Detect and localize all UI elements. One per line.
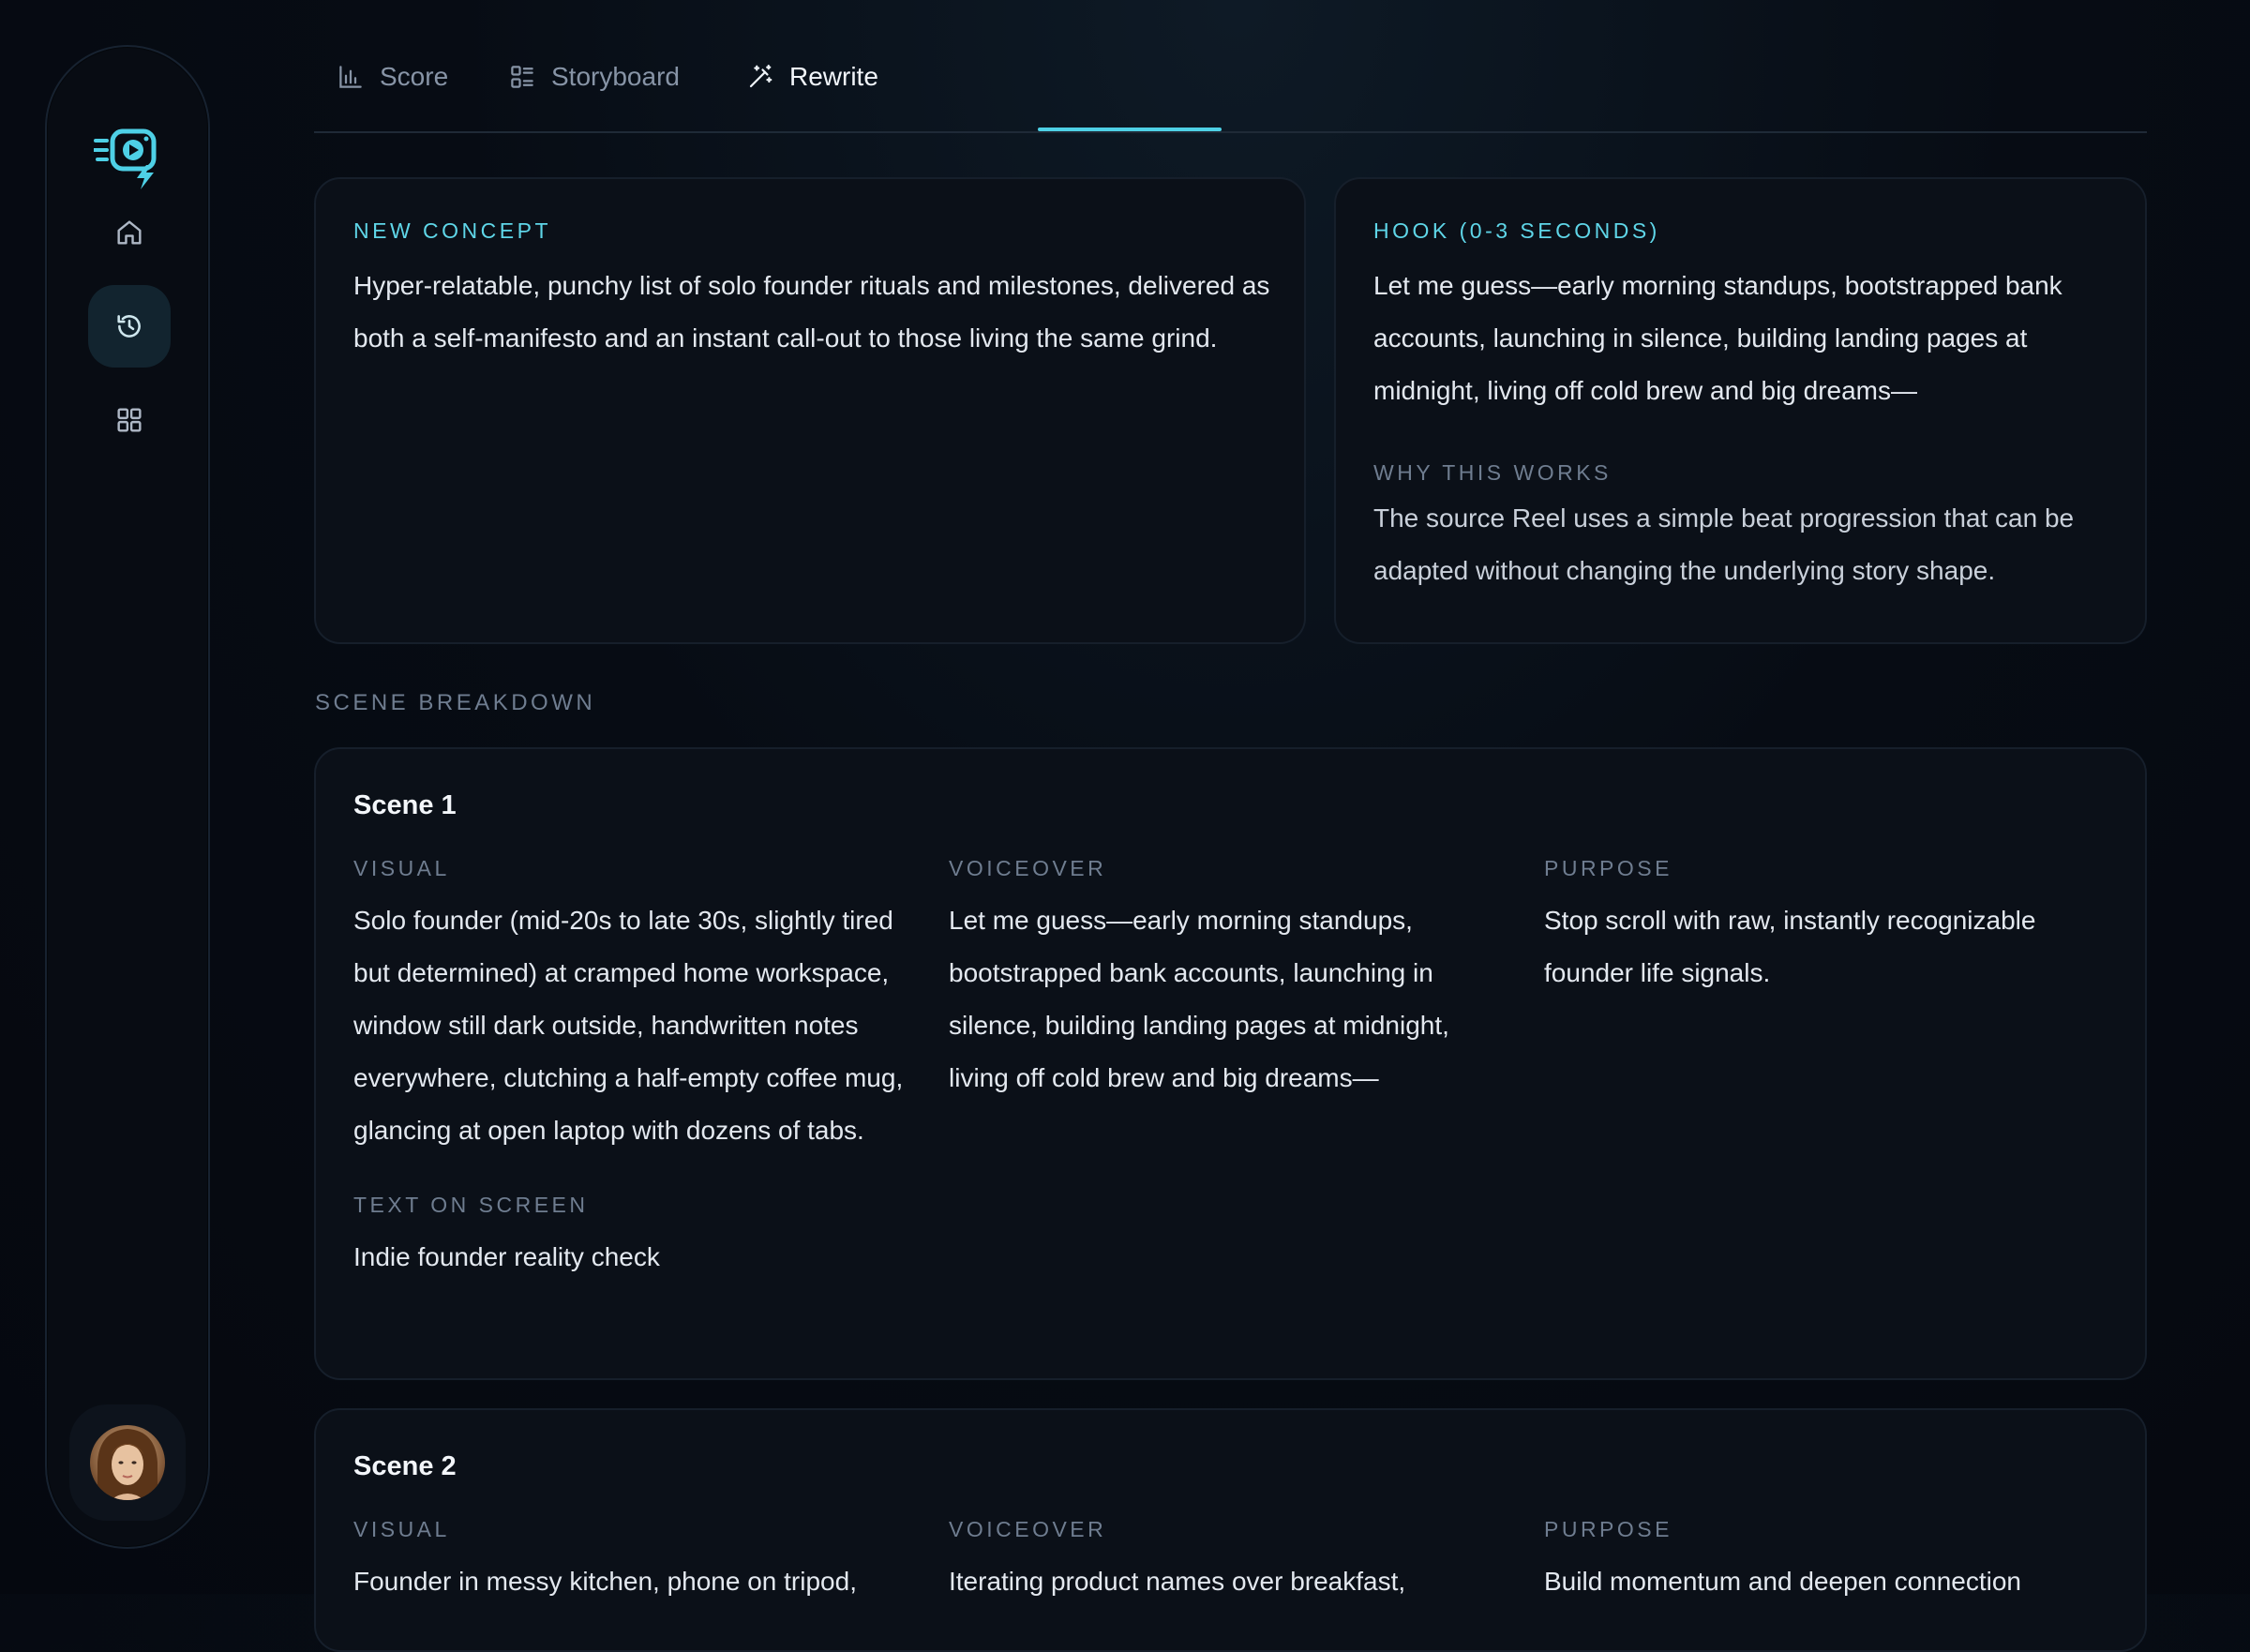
app-logo-icon[interactable] <box>92 126 165 189</box>
hook-card: HOOK (0-3 SECONDS) Let me guess—early mo… <box>1334 177 2147 644</box>
visual-label: VISUAL <box>353 856 450 880</box>
scene-text-on-screen: Indie founder reality check <box>353 1242 660 1271</box>
concept-card: NEW CONCEPT Hyper-relatable, punchy list… <box>314 177 1306 644</box>
sidebar-item-history[interactable] <box>88 285 171 368</box>
scene-breakdown-title: SCENE BREAKDOWN <box>315 690 596 715</box>
voiceover-label: VOICEOVER <box>949 856 1107 880</box>
tab-rewrite[interactable]: Rewrite <box>724 62 901 133</box>
grid-icon <box>117 408 142 432</box>
history-icon <box>117 315 141 338</box>
tab-storyboard[interactable]: Storyboard <box>486 62 702 133</box>
scene-purpose-column: PURPOSE Build momentum and deepen connec… <box>1544 1517 2097 1608</box>
hook-label: HOOK (0-3 SECONDS) <box>1373 218 1660 243</box>
tab-rewrite-label: Rewrite <box>789 62 878 91</box>
tab-score[interactable]: Score <box>314 62 471 133</box>
scene-card: Scene 2 VISUAL Founder in messy kitchen,… <box>314 1408 2147 1652</box>
scene-card: Scene 1 VISUAL Solo founder (mid-20s to … <box>314 747 2147 1380</box>
hook-text: Let me guess—early morning standups, boo… <box>1373 271 2062 405</box>
magic-wand-icon <box>749 65 772 88</box>
concept-text: Hyper-relatable, punchy list of solo fou… <box>353 271 1270 353</box>
tab-bar: Score Storyboard Rewrite <box>314 51 2147 133</box>
purpose-label: PURPOSE <box>1544 1517 1672 1541</box>
concept-label: NEW CONCEPT <box>353 218 551 243</box>
why-label: WHY THIS WORKS <box>1373 460 1612 485</box>
avatar <box>90 1425 165 1500</box>
tab-score-label: Score <box>380 62 449 91</box>
visual-label: VISUAL <box>353 1517 450 1541</box>
why-text: The source Reel uses a simple beat progr… <box>1373 503 2075 585</box>
voiceover-label: VOICEOVER <box>949 1517 1107 1541</box>
scene-purpose-column: PURPOSE Stop scroll with raw, instantly … <box>1544 856 2097 999</box>
purpose-label: PURPOSE <box>1544 856 1672 880</box>
active-tab-indicator <box>1038 128 1222 131</box>
scene-purpose-text: Build momentum and deepen connection <box>1544 1567 2022 1596</box>
scene-voiceover-column: VOICEOVER Iterating product names over b… <box>949 1517 1502 1608</box>
scene-voiceover-column: VOICEOVER Let me guess—early morning sta… <box>949 856 1502 1104</box>
text-on-screen-label: TEXT ON SCREEN <box>353 1193 589 1217</box>
scene-visual-column: VISUAL Solo founder (mid-20s to late 30s… <box>353 856 907 1284</box>
sidebar-item-apps[interactable] <box>88 379 171 461</box>
sidebar <box>45 45 210 1549</box>
scene-voiceover-text: Let me guess—early morning standups, boo… <box>949 906 1449 1092</box>
scene-visual-text: Solo founder (mid-20s to late 30s, sligh… <box>353 906 904 1145</box>
scene-visual-text: Founder in messy kitchen, phone on tripo… <box>353 1567 857 1596</box>
storyboard-list-icon <box>511 66 533 88</box>
scene-visual-column: VISUAL Founder in messy kitchen, phone o… <box>353 1517 907 1608</box>
profile-button[interactable] <box>69 1404 186 1521</box>
home-icon <box>117 220 142 245</box>
tab-storyboard-label: Storyboard <box>551 62 680 91</box>
scene-title: Scene 2 <box>353 1451 457 1481</box>
scene-voiceover-text: Iterating product names over breakfast, <box>949 1567 1406 1596</box>
bar-chart-icon <box>339 66 362 88</box>
scene-purpose-text: Stop scroll with raw, instantly recogniz… <box>1544 906 2036 987</box>
sidebar-item-home[interactable] <box>88 191 171 274</box>
scene-title: Scene 1 <box>353 790 457 820</box>
